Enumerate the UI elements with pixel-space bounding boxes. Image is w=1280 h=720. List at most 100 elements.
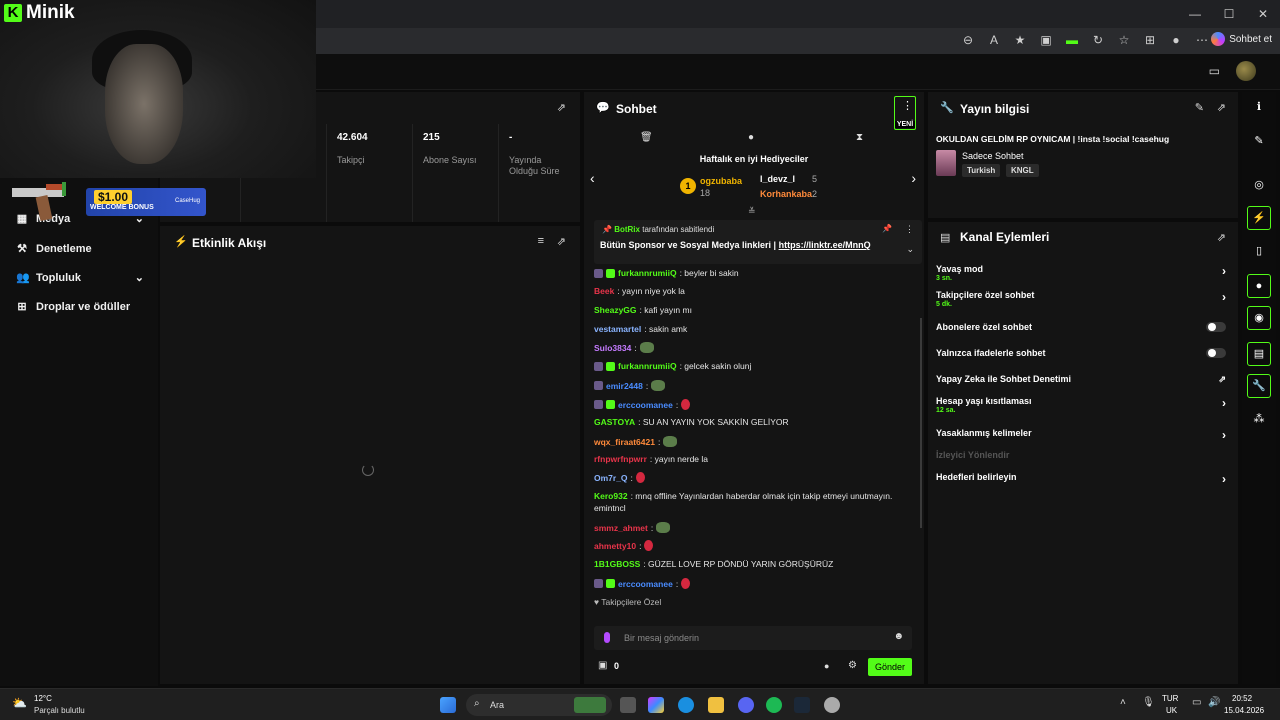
chat-icon[interactable]: ●: [1247, 274, 1271, 298]
edge-icon[interactable]: [678, 697, 694, 713]
chat-username[interactable]: erccoomanee: [618, 400, 673, 410]
message-icon[interactable]: ●: [748, 132, 754, 143]
pinned-link[interactable]: https://linktr.ee/MnnQ: [779, 240, 871, 250]
chat-scrollbar[interactable]: [920, 318, 922, 528]
steam-icon[interactable]: [794, 697, 810, 713]
chat-username[interactable]: 1B1GBOSS: [594, 559, 640, 569]
chevron-right-icon[interactable]: ›: [911, 170, 916, 186]
wrench-icon[interactable]: 🔧: [1247, 374, 1271, 398]
avatar[interactable]: [1236, 61, 1256, 81]
minimize-button[interactable]: —: [1178, 0, 1212, 28]
chat-username[interactable]: GASTOYA: [594, 417, 635, 427]
points-icon[interactable]: ▣: [598, 660, 607, 671]
channel-action-row[interactable]: Abonelere özel sohbet: [928, 322, 1238, 344]
hourglass-icon[interactable]: ⧗: [856, 132, 863, 143]
channel-action-row[interactable]: Yasaklanmış kelimeler ›: [928, 428, 1238, 450]
broadcast-icon[interactable]: ◉: [1247, 306, 1271, 330]
clock-date[interactable]: 15.04.2026: [1224, 706, 1264, 715]
apps-icon[interactable]: ⁂: [1247, 408, 1271, 432]
toggle-switch[interactable]: [1206, 322, 1226, 332]
sidebar-item-topluluk[interactable]: 👥 Topluluk ⌄: [16, 271, 144, 285]
chevron-down-icon[interactable]: ⌄: [906, 244, 914, 255]
chat-username[interactable]: SheazyGG: [594, 305, 637, 315]
chat-menu-button[interactable]: ⋮ YENİ: [894, 96, 916, 130]
file-explorer-icon[interactable]: [708, 697, 724, 713]
close-window-button[interactable]: ✕: [1246, 0, 1280, 28]
spotify-icon[interactable]: [766, 697, 782, 713]
chat-username[interactable]: wqx_firaat6421: [594, 437, 655, 447]
copilot-icon[interactable]: [648, 697, 664, 713]
more-vertical-icon[interactable]: ⋮: [905, 224, 914, 235]
task-view-icon[interactable]: [620, 697, 636, 713]
edit-pencil-icon[interactable]: ✎: [1195, 101, 1204, 114]
channel-action-row[interactable]: Yapay Zeka ile Sohbet Denetimi ⇗: [928, 374, 1238, 396]
chat-input[interactable]: Bir mesaj gönderin ☻: [594, 626, 912, 650]
clock-time[interactable]: 20:52: [1232, 694, 1252, 703]
chat-username[interactable]: Kero932: [594, 491, 628, 501]
chevron-right-icon[interactable]: ›: [1222, 264, 1226, 278]
chat-username[interactable]: furkannrumiiQ: [618, 361, 677, 371]
copilot-button[interactable]: Sohbet et: [1211, 32, 1272, 46]
popout-icon[interactable]: ⇗: [557, 235, 566, 248]
chat-username[interactable]: smmz_ahmet: [594, 523, 648, 533]
chevron-right-icon[interactable]: ›: [1222, 428, 1226, 442]
expand-icon[interactable]: ≚: [748, 206, 756, 217]
promo-banner[interactable]: $1.00 WELCOME BONUS CaseHug: [86, 188, 206, 216]
start-icon[interactable]: [440, 697, 456, 713]
collections-icon[interactable]: ⊞: [1142, 32, 1158, 48]
chat-username[interactable]: rfnpwrfnpwrr: [594, 454, 647, 464]
chat-username[interactable]: Beek: [594, 286, 614, 296]
chat-username[interactable]: emir2448: [606, 381, 643, 391]
channel-action-row[interactable]: Yalnızca ifadelerle sohbet: [928, 348, 1238, 370]
channel-action-row[interactable]: Yavaş mod 3 sn. ›: [928, 264, 1238, 286]
more-icon[interactable]: ⋯: [1194, 32, 1210, 48]
trash-icon[interactable]: 🗑: [640, 132, 653, 143]
studio-icon[interactable]: ▭: [1209, 64, 1220, 78]
channel-action-row[interactable]: Takipçilere özel sohbet 5 dk. ›: [928, 290, 1238, 312]
mic-icon[interactable]: [604, 632, 610, 643]
chat-username[interactable]: vestamartel: [594, 324, 641, 334]
taskbar-search[interactable]: ⌕ Ara: [466, 694, 612, 716]
lang-primary[interactable]: TUR: [1162, 694, 1178, 703]
channel-actions-icon[interactable]: ▤: [1247, 342, 1271, 366]
mic-tray-icon[interactable]: 🎙: [1142, 697, 1155, 708]
chat-username[interactable]: Sulo3834: [594, 343, 631, 353]
extension-icon[interactable]: ▣: [1038, 32, 1054, 48]
chevron-right-icon[interactable]: ›: [1222, 396, 1226, 410]
profile-icon[interactable]: ●: [1168, 32, 1184, 48]
send-button[interactable]: Gönder: [868, 658, 912, 676]
settings-gear-icon[interactable]: ⚙: [848, 660, 857, 671]
volume-icon[interactable]: 🔊: [1208, 697, 1220, 708]
chevron-up-icon[interactable]: ˄: [1120, 697, 1126, 708]
chat-username[interactable]: erccoomanee: [618, 579, 673, 589]
obs-icon[interactable]: [824, 697, 840, 713]
chat-username[interactable]: Om7r_Q: [594, 473, 628, 483]
bolt-icon[interactable]: ⚡: [1247, 206, 1271, 230]
chevron-left-icon[interactable]: ‹: [590, 170, 595, 186]
channel-action-row[interactable]: Hedefleri belirleyin ›: [928, 472, 1238, 494]
emoji-icon[interactable]: ☻: [893, 631, 904, 642]
unpin-icon[interactable]: 📌: [882, 224, 892, 233]
external-link-icon[interactable]: ⇗: [1218, 374, 1226, 385]
popout-icon[interactable]: ⇗: [1217, 231, 1226, 244]
extension-green-icon[interactable]: ▬: [1064, 32, 1080, 48]
stats-icon[interactable]: ▯: [1247, 240, 1271, 264]
toggle-switch[interactable]: [1206, 348, 1226, 358]
sidebar-item-denetleme[interactable]: ⚒ Denetleme: [16, 242, 144, 256]
channel-action-row[interactable]: Hesap yaşı kısıtlaması 12 sa. ›: [928, 396, 1238, 418]
zoom-icon[interactable]: ⊖: [960, 32, 976, 48]
info-icon[interactable]: ℹ: [1247, 96, 1271, 120]
chat-bubble-small-icon[interactable]: ●: [824, 661, 829, 671]
chat-username[interactable]: ahmetty10: [594, 541, 636, 551]
star-icon[interactable]: ★: [1012, 32, 1028, 48]
favorites-icon[interactable]: ☆: [1116, 32, 1132, 48]
maximize-button[interactable]: ☐: [1212, 0, 1246, 28]
channel-action-row[interactable]: İzleyici Yönlendir: [928, 450, 1238, 472]
pencil-icon[interactable]: ✎: [1247, 130, 1271, 154]
discord-icon[interactable]: [738, 697, 754, 713]
chat-username[interactable]: furkannrumiiQ: [618, 268, 677, 278]
network-icon[interactable]: ▭: [1192, 697, 1201, 708]
popout-icon[interactable]: ⇗: [557, 101, 566, 114]
filter-icon[interactable]: ≡: [538, 235, 544, 247]
lang-secondary[interactable]: UK: [1166, 706, 1177, 715]
